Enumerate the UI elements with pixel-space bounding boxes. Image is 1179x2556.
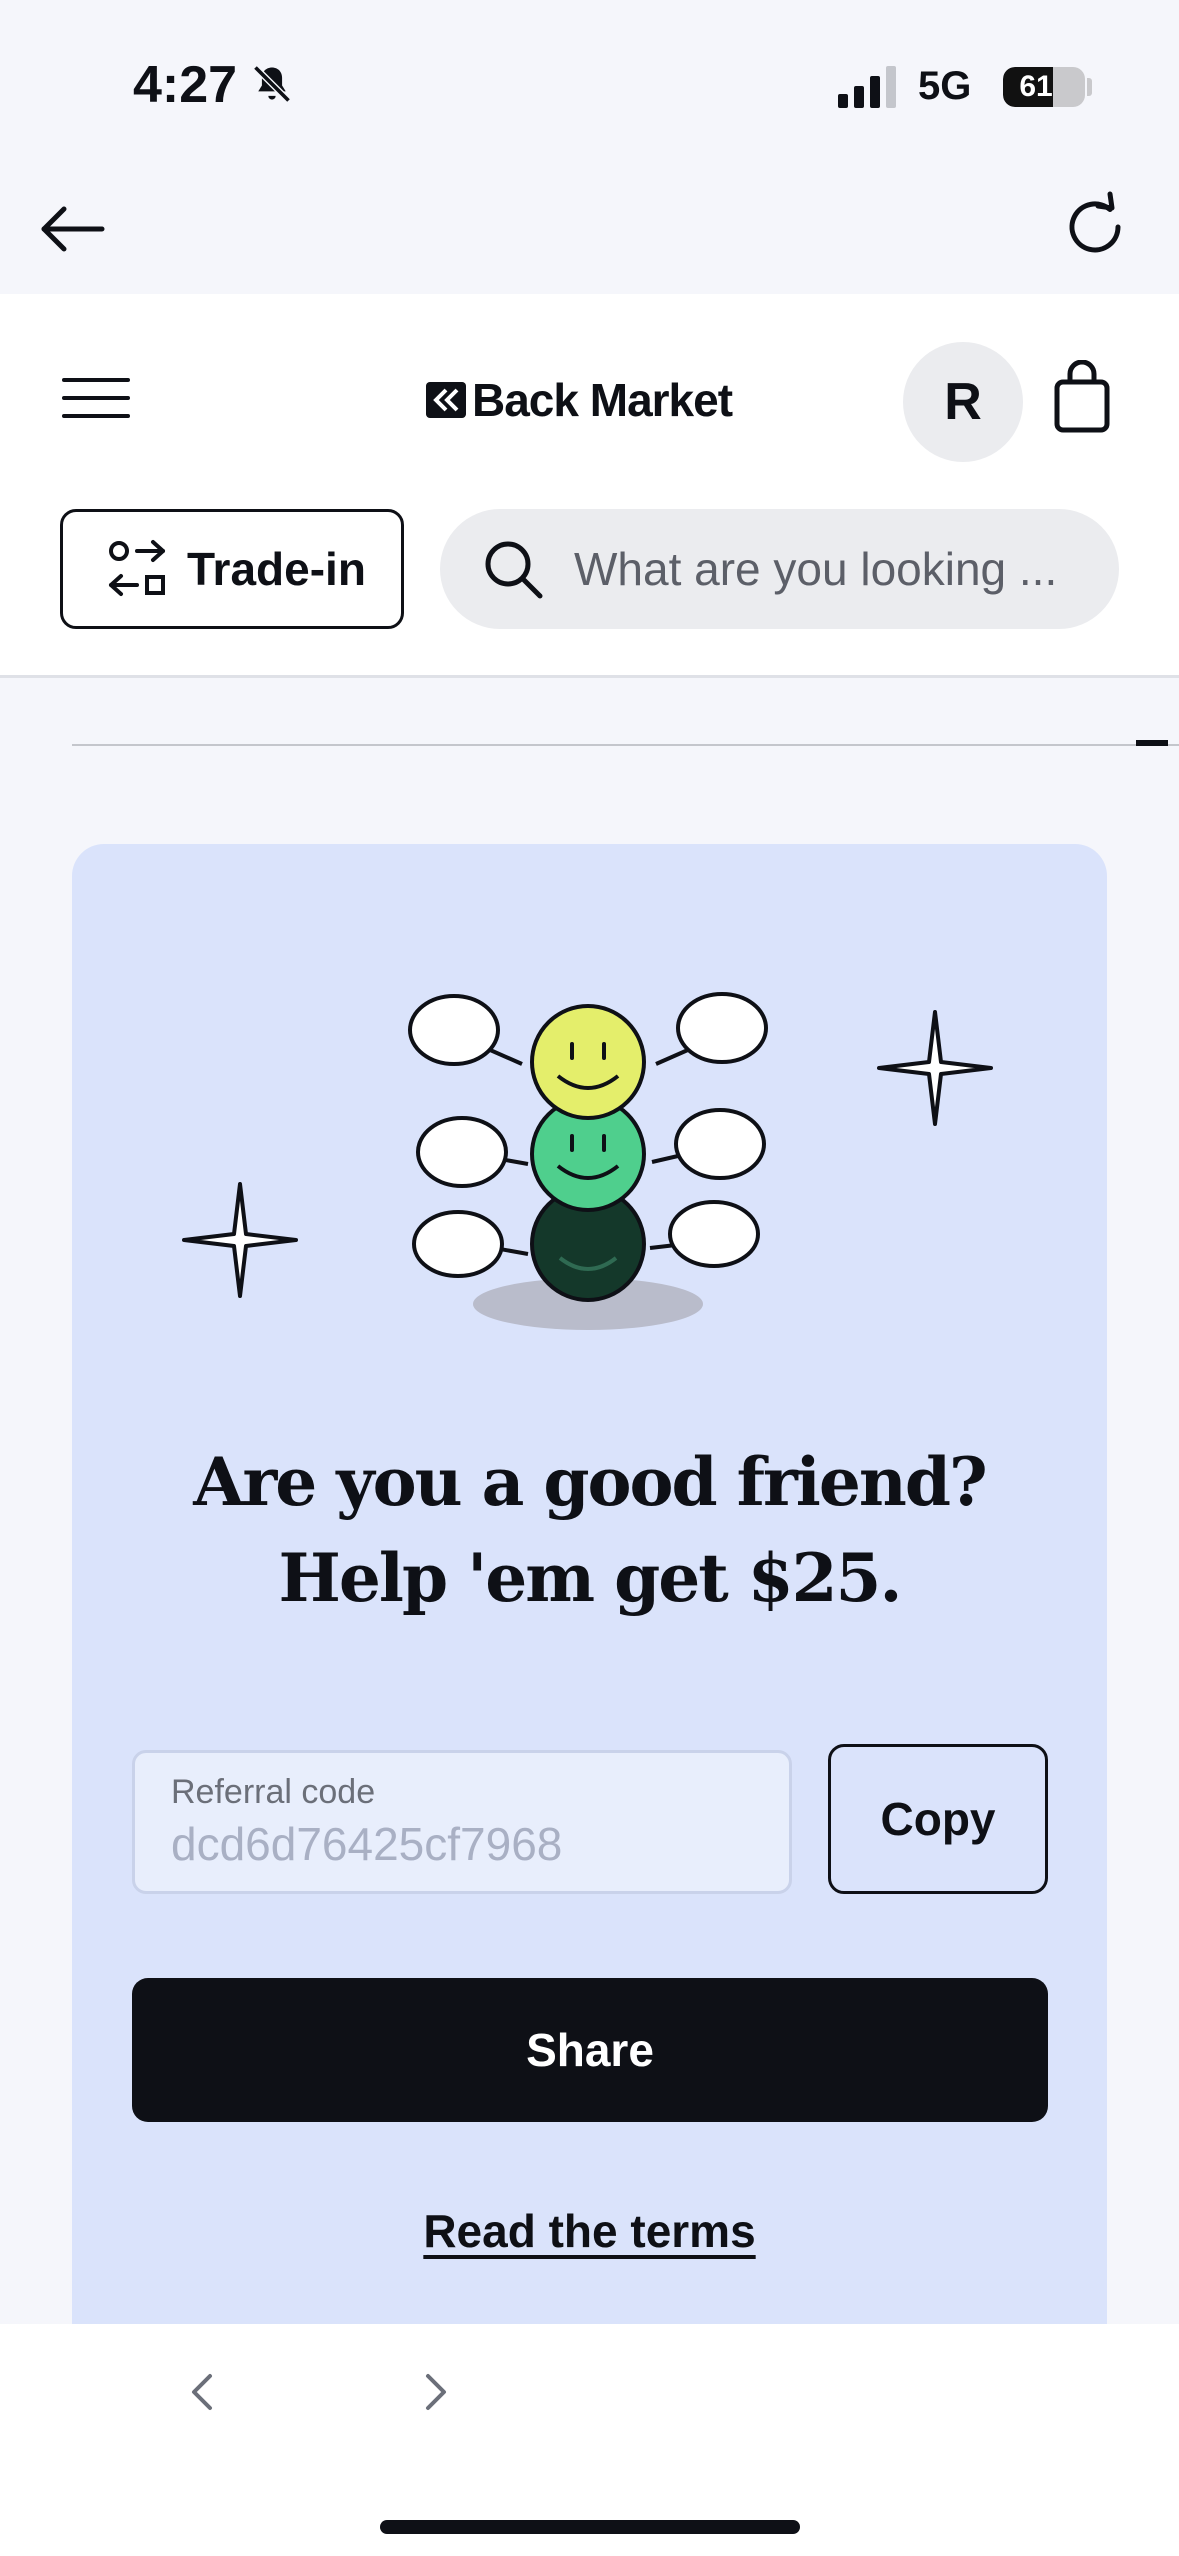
- trade-in-label: Trade-in: [187, 543, 366, 595]
- logo-text: Back Market: [472, 374, 733, 426]
- share-button[interactable]: Share: [132, 1978, 1048, 2122]
- search-input[interactable]: What are you looking ...: [440, 509, 1119, 629]
- back-market-logo[interactable]: Back Market: [426, 372, 733, 428]
- read-terms-link[interactable]: Read the terms: [72, 2204, 1107, 2258]
- hamburger-icon[interactable]: [62, 374, 130, 422]
- smiley-stack-illustration: [182, 992, 993, 1330]
- headline-line-1: Are you a good friend?: [193, 1443, 987, 1521]
- browser-toolbar: [0, 2324, 1179, 2556]
- battery-percent: 61: [1019, 70, 1053, 103]
- search-icon: [485, 541, 543, 599]
- swap-icon: [109, 540, 165, 596]
- trade-in-button[interactable]: Trade-in: [60, 509, 404, 629]
- copy-button[interactable]: Copy: [828, 1744, 1048, 1894]
- logo-mark-icon: [426, 382, 466, 418]
- shopping-bag-icon[interactable]: [1052, 360, 1112, 434]
- battery-tip: [1087, 78, 1092, 96]
- referral-code-field[interactable]: Referral code dcd6d76425cf7968: [132, 1750, 792, 1894]
- chevron-left-icon[interactable]: [180, 2364, 224, 2420]
- referral-code-value: dcd6d76425cf7968: [171, 1818, 563, 1870]
- reload-icon[interactable]: [1058, 190, 1132, 264]
- referral-headline: Are you a good friend? Help 'em get $25.: [72, 1434, 1107, 1626]
- status-bar: 4:27 5G 61: [0, 0, 1179, 170]
- network-type: 5G: [918, 64, 972, 108]
- bell-slash-icon: [253, 65, 291, 103]
- arrow-left-icon[interactable]: [38, 194, 108, 264]
- battery-indicator: 61: [1003, 67, 1085, 107]
- sparkle-icon: [877, 1010, 993, 1126]
- site-header: Back Market R Trade-in What are you look…: [0, 294, 1179, 678]
- referral-card: Are you a good friend? Help 'em get $25.…: [72, 844, 1107, 2324]
- search-placeholder: What are you looking ...: [574, 543, 1058, 595]
- status-time: 4:27: [133, 56, 238, 114]
- chevron-right-icon[interactable]: [414, 2364, 458, 2420]
- divider-marker: [1136, 740, 1168, 746]
- referral-code-label: Referral code: [171, 1773, 376, 1811]
- sparkle-icon: [182, 1182, 298, 1298]
- home-indicator[interactable]: [380, 2520, 800, 2534]
- section-divider: [72, 744, 1179, 746]
- cellular-signal-icon: [838, 66, 896, 108]
- browser-nav-bar: [0, 170, 1179, 294]
- user-avatar[interactable]: R: [903, 342, 1023, 462]
- headline-line-2: Help 'em get $25.: [278, 1539, 903, 1617]
